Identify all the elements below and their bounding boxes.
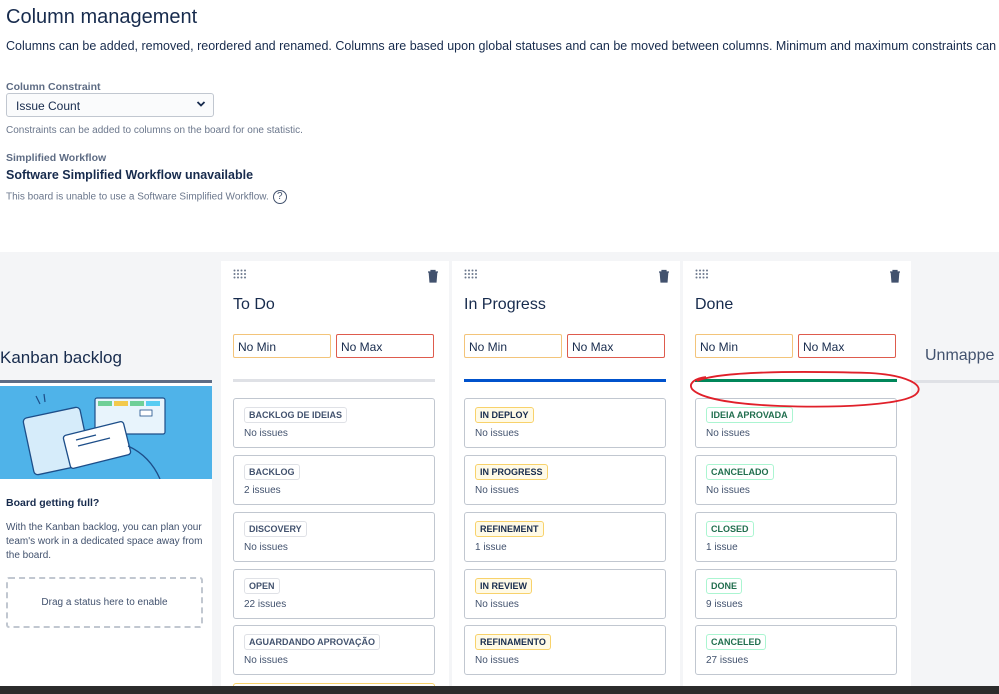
status-card[interactable]: CLOSED 1 issue (695, 512, 897, 562)
status-issue-count: No issues (475, 428, 519, 439)
status-issue-count: No issues (706, 428, 750, 439)
status-card[interactable]: BACKLOG 2 issues (233, 455, 435, 505)
status-lozenge: REFINAMENTO (475, 634, 551, 650)
status-issue-count: 27 issues (706, 655, 749, 666)
status-card[interactable]: CANCELED 27 issues (695, 625, 897, 675)
status-issue-count: No issues (244, 655, 288, 666)
column-constraint-label: Column Constraint (6, 81, 101, 93)
page-title: Column management (6, 6, 198, 28)
column-name[interactable]: To Do (233, 296, 275, 314)
column-status-bar (695, 379, 897, 382)
drag-handle-icon[interactable] (233, 269, 249, 279)
status-lozenge: IN DEPLOY (475, 407, 534, 423)
unmapped-status-bar (914, 380, 999, 383)
kanban-backlog-title: Kanban backlog (0, 348, 122, 367)
trash-icon[interactable] (427, 269, 439, 283)
page-description: Columns can be added, removed, reordered… (6, 39, 999, 53)
column-done[interactable]: Done No Min No Max IDEIA APROVADA No issu… (683, 261, 911, 694)
status-issue-count: 1 issue (706, 542, 738, 553)
column-status-bar (464, 379, 666, 382)
status-card[interactable]: DISCOVERY No issues (233, 512, 435, 562)
column-min-input[interactable]: No Min (695, 334, 793, 358)
status-issue-count: No issues (244, 542, 288, 553)
question-circle-icon[interactable]: ? (272, 190, 287, 204)
status-lozenge: IDEIA APROVADA (706, 407, 793, 423)
column-constraint-select[interactable]: Issue Count (6, 93, 214, 117)
backlog-illustration (0, 386, 212, 479)
simplified-workflow-status: Software Simplified Workflow unavailable (6, 168, 254, 182)
drag-handle-icon[interactable] (695, 269, 711, 279)
column-name[interactable]: Done (695, 296, 733, 314)
status-card[interactable]: DONE 9 issues (695, 569, 897, 619)
status-lozenge: CANCELADO (706, 464, 774, 480)
drag-handle-icon[interactable] (464, 269, 480, 279)
status-lozenge: CANCELED (706, 634, 767, 650)
column-management-page: Column management Columns can be added, … (0, 0, 999, 694)
status-card[interactable]: IN REVIEW No issues (464, 569, 666, 619)
status-card[interactable]: IN PROGRESS No issues (464, 455, 666, 505)
trash-icon[interactable] (889, 269, 901, 283)
column-to-do[interactable]: To Do No Min No Max BACKLOG DE IDEIAS No … (221, 261, 449, 694)
column-max-input[interactable]: No Max (798, 334, 896, 358)
unmapped-statuses-title: Unmappe (925, 347, 995, 364)
status-lozenge: DISCOVERY (244, 521, 307, 537)
simplified-workflow-help-text: This board is unable to use a Software S… (6, 191, 269, 203)
status-issue-count: 2 issues (244, 485, 281, 496)
status-issue-count: No issues (706, 485, 750, 496)
simplified-workflow-help: This board is unable to use a Software S… (6, 190, 287, 204)
status-issue-count: 9 issues (706, 599, 743, 610)
status-lozenge: REFINEMENT (475, 521, 544, 537)
chevron-down-icon (196, 101, 206, 107)
constraint-help-text: Constraints can be added to columns on t… (6, 125, 303, 136)
status-lozenge: DONE (706, 578, 743, 594)
taskbar-strip (0, 686, 999, 694)
kanban-backlog-panel: Board getting full? With the Kanban back… (0, 380, 212, 686)
status-lozenge: IN REVIEW (475, 578, 533, 594)
board-illustration-icon (22, 393, 166, 479)
status-card[interactable]: AGUARDANDO APROVAÇÃO No issues (233, 625, 435, 675)
status-lozenge: AGUARDANDO APROVAÇÃO (244, 634, 380, 650)
status-card[interactable]: OPEN 22 issues (233, 569, 435, 619)
status-lozenge: OPEN (244, 578, 280, 594)
status-card[interactable]: REFINAMENTO No issues (464, 625, 666, 675)
status-lozenge: BACKLOG (244, 464, 300, 480)
status-issue-count: No issues (475, 655, 519, 666)
column-in-progress[interactable]: In Progress No Min No Max IN DEPLOY No is… (452, 261, 680, 694)
simplified-workflow-label: Simplified Workflow (6, 152, 107, 164)
column-max-input[interactable]: No Max (567, 334, 665, 358)
column-max-input[interactable]: No Max (336, 334, 434, 358)
status-issue-count: 22 issues (244, 599, 287, 610)
status-card[interactable]: IN DEPLOY No issues (464, 398, 666, 448)
backlog-description: With the Kanban backlog, you can plan yo… (6, 522, 203, 561)
status-issue-count: No issues (475, 485, 519, 496)
status-card[interactable]: BACKLOG DE IDEIAS No issues (233, 398, 435, 448)
column-min-input[interactable]: No Min (233, 334, 331, 358)
column-status-bar (233, 379, 435, 382)
status-lozenge: IN PROGRESS (475, 464, 548, 480)
status-card[interactable]: REFINEMENT 1 issue (464, 512, 666, 562)
status-card[interactable]: CANCELADO No issues (695, 455, 897, 505)
backlog-drop-zone[interactable]: Drag a status here to enable (6, 577, 203, 628)
status-issue-count: No issues (475, 599, 519, 610)
column-min-input[interactable]: No Min (464, 334, 562, 358)
column-name[interactable]: In Progress (464, 296, 546, 314)
status-card[interactable]: IDEIA APROVADA No issues (695, 398, 897, 448)
status-lozenge: BACKLOG DE IDEIAS (244, 407, 348, 423)
trash-icon[interactable] (658, 269, 670, 283)
backlog-question: Board getting full? (6, 497, 100, 509)
status-lozenge: CLOSED (706, 521, 754, 537)
column-constraint-value: Issue Count (16, 99, 81, 113)
status-issue-count: No issues (244, 428, 288, 439)
status-issue-count: 1 issue (475, 542, 507, 553)
